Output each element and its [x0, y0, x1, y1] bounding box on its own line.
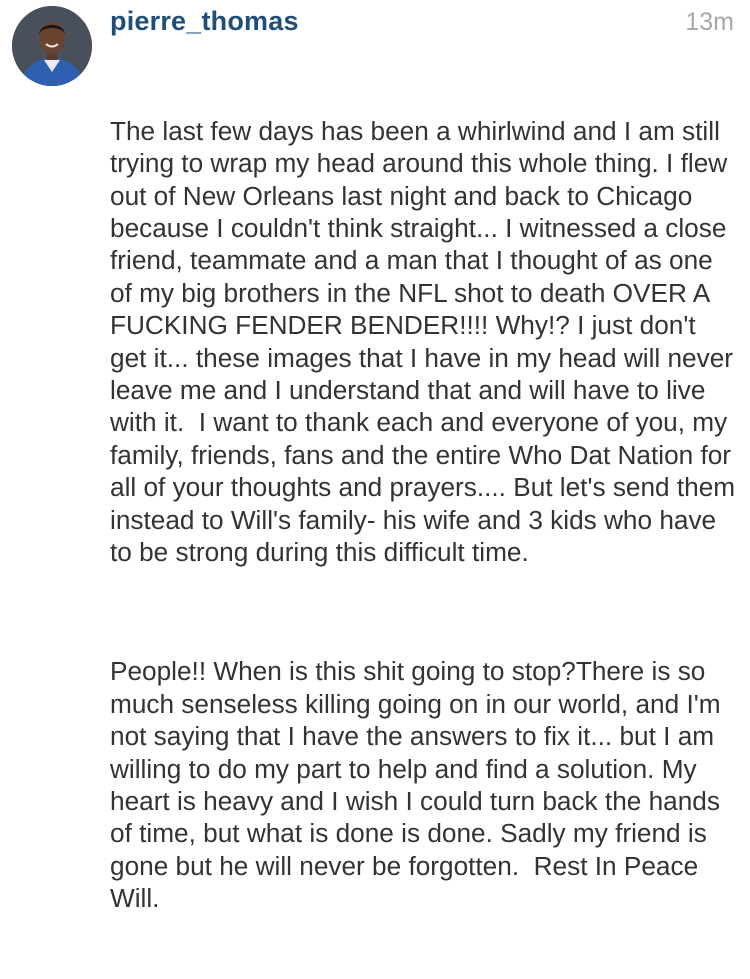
comment-timestamp: 13m	[685, 8, 734, 36]
comment-paragraph: The last few days has been a whirlwind a…	[110, 115, 743, 568]
avatar[interactable]	[12, 6, 92, 86]
comment-body: The last few days has been a whirlwind a…	[110, 50, 736, 979]
user-avatar-icon	[12, 6, 92, 86]
comment-item: pierre_thomas 13m The last few days has …	[0, 0, 750, 913]
comment-username[interactable]: pierre_thomas	[110, 6, 299, 37]
